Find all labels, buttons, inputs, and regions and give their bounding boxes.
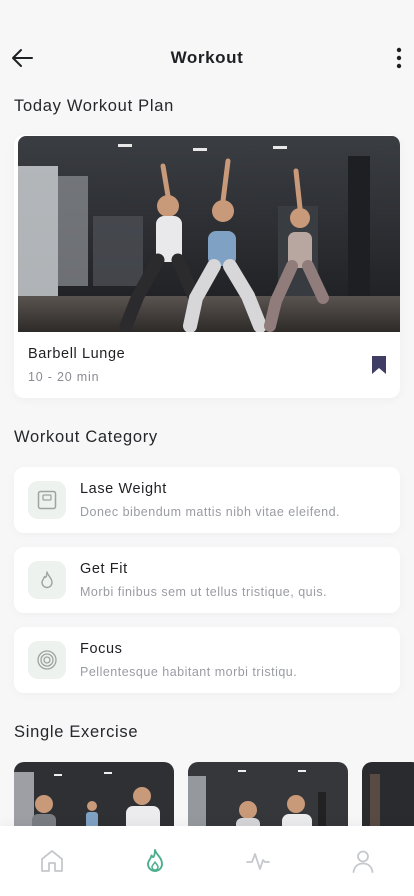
workout-photo bbox=[18, 136, 400, 332]
section-title-single-exercise: Single Exercise bbox=[14, 723, 139, 741]
category-description: Pellentesque habitant morbi tristiqu. bbox=[80, 665, 298, 679]
home-icon bbox=[41, 850, 63, 872]
category-title: Focus bbox=[80, 641, 123, 657]
activity-icon bbox=[246, 853, 270, 870]
category-card-get-fit[interactable]: Get Fit Morbi finibus sem ut tellus tris… bbox=[14, 547, 400, 613]
user-icon bbox=[352, 850, 374, 873]
page-title: Workout bbox=[170, 48, 244, 67]
scale-icon bbox=[28, 481, 66, 519]
category-description: Morbi finibus sem ut tellus tristique, q… bbox=[80, 585, 328, 599]
app-header: Workout bbox=[0, 40, 414, 76]
plan-duration: 10 - 20 min bbox=[28, 370, 100, 384]
bottom-navigation bbox=[0, 826, 414, 896]
nav-profile[interactable] bbox=[350, 848, 376, 874]
target-icon bbox=[28, 641, 66, 679]
more-options-button[interactable] bbox=[394, 46, 404, 70]
bookmark-button[interactable] bbox=[370, 354, 388, 376]
bookmark-icon bbox=[372, 356, 386, 374]
plan-name: Barbell Lunge bbox=[28, 346, 126, 362]
today-plan-card[interactable]: Barbell Lunge 10 - 20 min bbox=[14, 135, 400, 398]
category-card-lase-weight[interactable]: Lase Weight Donec bibendum mattis nibh v… bbox=[14, 467, 400, 533]
section-title-category: Workout Category bbox=[14, 428, 158, 446]
more-vertical-icon bbox=[396, 47, 402, 69]
category-card-focus[interactable]: Focus Pellentesque habitant morbi tristi… bbox=[14, 627, 400, 693]
category-description: Donec bibendum mattis nibh vitae eleifen… bbox=[80, 505, 341, 519]
nav-home[interactable] bbox=[39, 848, 65, 874]
flame-icon bbox=[147, 849, 163, 872]
section-title-today: Today Workout Plan bbox=[14, 97, 174, 115]
category-title: Get Fit bbox=[80, 561, 128, 577]
nav-activity[interactable] bbox=[245, 848, 271, 874]
nav-workout[interactable] bbox=[142, 848, 168, 874]
flame-icon bbox=[28, 561, 66, 599]
category-title: Lase Weight bbox=[80, 481, 167, 497]
